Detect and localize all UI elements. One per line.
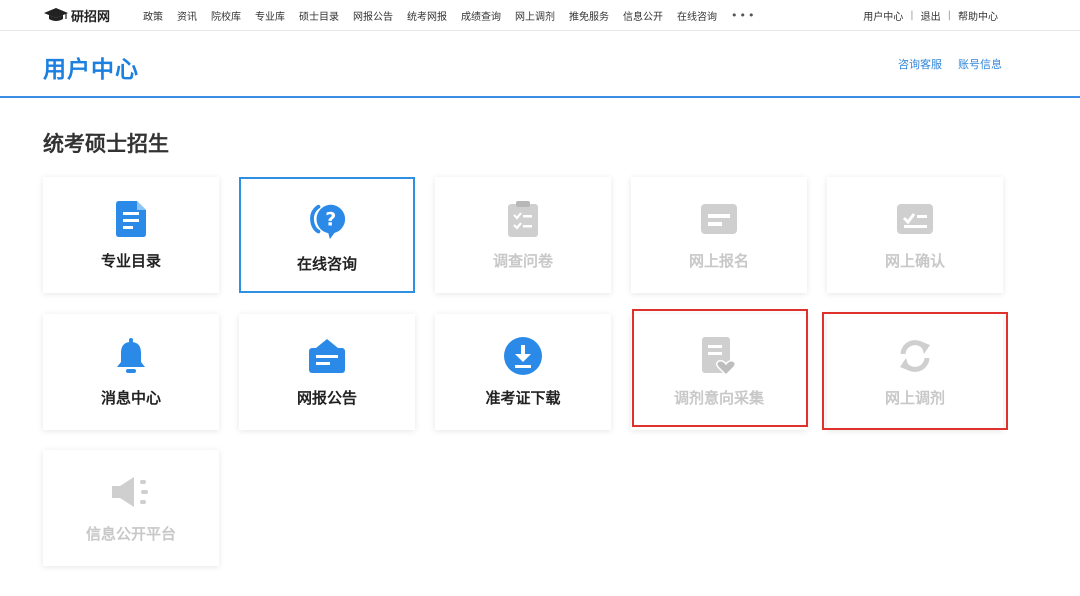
card-online-confirmation[interactable]: 网上确认 <box>827 177 1003 293</box>
section-title: 统考硕士招生 <box>43 132 169 156</box>
card-major-catalog[interactable]: 专业目录 <box>43 177 219 293</box>
highlight-box <box>822 312 1008 430</box>
card-message-center[interactable]: 消息中心 <box>43 314 219 430</box>
main-menu: 政策 资讯 院校库 专业库 硕士目录 网报公告 统考网报 成绩查询 网上调剂 推… <box>143 0 756 30</box>
header-links: 咨询客服 账号信息 <box>882 56 1002 72</box>
card-admission-ticket-download[interactable]: 准考证下载 <box>435 314 611 430</box>
help-center-link[interactable]: 帮助中心 <box>958 8 998 23</box>
logo-text: 研招网 <box>71 9 111 25</box>
speaker-icon <box>111 472 151 512</box>
card-label: 调查问卷 <box>492 252 553 270</box>
nav-item-info-disclosure[interactable]: 信息公开 <box>623 8 663 23</box>
svg-text:?: ? <box>325 209 336 231</box>
graduation-cap-icon <box>44 8 68 21</box>
card-label: 准考证下载 <box>485 389 561 407</box>
card-label: 网报公告 <box>296 389 357 407</box>
more-menu-button[interactable]: ••• <box>731 9 756 22</box>
bell-icon <box>111 336 151 376</box>
nav-item-recommendation[interactable]: 推免服务 <box>569 8 609 23</box>
divider: | <box>947 9 951 21</box>
customer-service-link[interactable]: 咨询客服 <box>898 56 942 72</box>
card-info-disclosure-platform[interactable]: 信息公开平台 <box>43 450 219 566</box>
clipboard-check-icon <box>503 199 543 239</box>
page-title: 用户中心 <box>43 57 139 83</box>
bulletin-board-icon <box>307 336 347 376</box>
nav-item-score-query[interactable]: 成绩查询 <box>461 8 501 23</box>
nav-item-master-catalog[interactable]: 硕士目录 <box>299 8 339 23</box>
nav-item-policy[interactable]: 政策 <box>143 8 163 23</box>
form-card-icon <box>699 199 739 239</box>
card-label: 网上报名 <box>688 252 749 270</box>
account-info-link[interactable]: 账号信息 <box>958 56 1002 72</box>
highlight-box <box>632 309 808 427</box>
card-label: 网上确认 <box>884 252 945 270</box>
nav-item-majors[interactable]: 专业库 <box>255 8 285 23</box>
download-circle-icon <box>503 336 543 376</box>
card-registration-announcement[interactable]: 网报公告 <box>239 314 415 430</box>
card-label: 专业目录 <box>100 252 161 270</box>
card-label: 消息中心 <box>100 389 161 407</box>
card-online-registration[interactable]: 网上报名 <box>631 177 807 293</box>
card-survey[interactable]: 调查问卷 <box>435 177 611 293</box>
page-header: 用户中心 咨询客服 账号信息 <box>0 31 1080 98</box>
user-links: 用户中心 | 退出 | 帮助中心 <box>863 0 998 30</box>
nav-item-schools[interactable]: 院校库 <box>211 8 241 23</box>
nav-item-online-registration[interactable]: 统考网报 <box>407 8 447 23</box>
nav-item-online-consult[interactable]: 在线咨询 <box>677 8 717 23</box>
user-center-link[interactable]: 用户中心 <box>863 8 903 23</box>
site-logo[interactable]: 研招网 <box>44 6 111 25</box>
nav-item-adjustment[interactable]: 网上调剂 <box>515 8 555 23</box>
check-card-icon <box>895 199 935 239</box>
top-navigation-bar: 研招网 政策 资讯 院校库 专业库 硕士目录 网报公告 统考网报 成绩查询 网上… <box>0 0 1080 31</box>
card-label: 信息公开平台 <box>85 525 176 543</box>
card-online-consult[interactable]: ? 在线咨询 <box>239 177 415 293</box>
card-label: 在线咨询 <box>296 255 357 273</box>
document-list-icon <box>111 199 151 239</box>
nav-item-announcements[interactable]: 网报公告 <box>353 8 393 23</box>
logout-link[interactable]: 退出 <box>921 8 941 23</box>
question-chat-icon: ? <box>307 201 347 241</box>
nav-item-news[interactable]: 资讯 <box>177 8 197 23</box>
divider: | <box>910 9 914 21</box>
